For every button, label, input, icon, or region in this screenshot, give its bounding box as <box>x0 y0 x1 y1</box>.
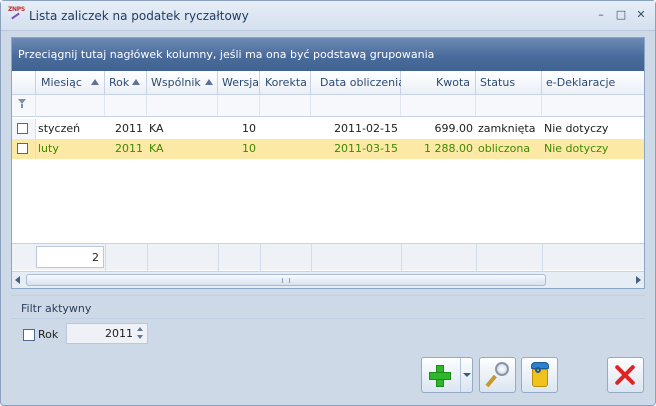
title-bar: ZNPS Lista zaliczek na podatek ryczałtow… <box>1 1 655 31</box>
minimize-button[interactable]: – <box>593 8 609 22</box>
record-count: 2 <box>36 246 104 268</box>
column-label: Wspólnik <box>151 76 201 89</box>
scroll-thumb[interactable] <box>26 274 546 286</box>
window-title: Lista zaliczek na podatek ryczałtowy <box>29 9 249 23</box>
column-label: Status <box>480 76 516 89</box>
active-filter-panel: Filtr aktywny Rok 2011 <box>11 295 645 347</box>
filter-cell[interactable] <box>260 95 311 117</box>
app-icon: ZNPS <box>8 6 25 22</box>
cell-wspolnik: KA <box>149 142 164 155</box>
column-header-wersja[interactable]: Wersja <box>218 71 260 95</box>
rok-checkbox[interactable] <box>23 329 35 341</box>
sort-ascending-icon <box>91 79 99 85</box>
add-dropdown-button[interactable] <box>460 358 472 392</box>
edit-button[interactable] <box>479 357 516 393</box>
column-header-edeklaracje[interactable]: e-Deklaracje <box>542 71 644 95</box>
year-value: 2011 <box>105 327 133 340</box>
cell-data: 2011-02-15 <box>334 122 398 135</box>
close-icon <box>614 364 636 386</box>
close-window-button[interactable]: ✕ <box>633 8 649 22</box>
filter-row-indicator <box>12 95 36 117</box>
sort-ascending-icon <box>205 79 213 85</box>
group-hint: Przeciągnij tutaj nagłówek kolumny, jeśl… <box>18 48 435 61</box>
filter-cell[interactable] <box>476 95 542 117</box>
cell-miesiac: luty <box>38 142 59 155</box>
column-header-miesiac[interactable]: Miesiąc <box>36 71 105 95</box>
column-label: Rok <box>109 76 130 89</box>
cell-kwota: 1 288.00 <box>424 142 473 155</box>
column-header-rok[interactable]: Rok <box>105 71 147 95</box>
data-grid: Przeciągnij tutaj nagłówek kolumny, jeśl… <box>11 37 645 289</box>
column-label: Wersja <box>222 76 260 89</box>
cell-status: obliczona <box>478 142 531 155</box>
filter-cell[interactable] <box>542 95 644 117</box>
chevron-down-icon <box>463 373 471 377</box>
group-by-area[interactable]: Przeciągnij tutaj nagłówek kolumny, jeśl… <box>12 38 644 71</box>
cell-kwota: 699.00 <box>434 122 474 135</box>
record-count-value: 2 <box>92 251 99 264</box>
cell-wersja: 10 <box>242 122 256 135</box>
delete-button[interactable] <box>521 357 558 393</box>
add-icon <box>429 365 451 387</box>
row-checkbox[interactable] <box>17 143 28 154</box>
column-label: Miesiąc <box>41 76 82 89</box>
cell-edeklaracje: Nie dotyczy <box>544 142 609 155</box>
filter-icon <box>18 99 26 109</box>
filter-cell[interactable] <box>36 95 105 117</box>
column-header-status[interactable]: Status <box>476 71 542 95</box>
column-header-wspolnik[interactable]: Wspólnik <box>147 71 218 95</box>
table-row[interactable]: styczeń 2011 KA 10 2011-02-15 699.00 zam… <box>12 119 644 140</box>
spin-down-icon[interactable] <box>137 335 143 339</box>
window: ZNPS Lista zaliczek na podatek ryczałtow… <box>0 0 656 406</box>
filter-cell[interactable] <box>147 95 218 117</box>
cell-rok: 2011 <box>115 142 143 155</box>
app-icon-label: ZNPS <box>8 6 25 13</box>
cell-data: 2011-03-15 <box>334 142 398 155</box>
filter-cell[interactable] <box>311 95 401 117</box>
filter-cell[interactable] <box>105 95 147 117</box>
column-label: Korekta <box>265 76 307 89</box>
year-stepper[interactable]: 2011 <box>66 323 148 344</box>
close-button[interactable] <box>607 357 644 393</box>
column-header-data-obliczenia[interactable]: Data obliczenia <box>311 71 405 95</box>
scroll-right-icon[interactable] <box>636 276 641 284</box>
table-row-selected[interactable]: luty 2011 KA 10 2011-03-15 1 288.00 obli… <box>12 139 644 159</box>
filter-title: Filtr aktywny <box>21 302 92 315</box>
year-spin-buttons[interactable] <box>137 326 145 341</box>
maximize-button[interactable]: □ <box>613 8 629 22</box>
trash-icon <box>530 362 550 388</box>
cell-miesiac: styczeń <box>38 122 81 135</box>
scroll-left-icon[interactable] <box>15 276 20 284</box>
filter-cell[interactable] <box>401 95 476 117</box>
cell-edeklaracje: Nie dotyczy <box>544 122 609 135</box>
column-header-kwota[interactable]: Kwota <box>401 71 476 95</box>
cell-status: zamknięta <box>478 122 536 135</box>
spin-up-icon[interactable] <box>137 327 143 331</box>
row-indicator-header <box>12 71 36 95</box>
column-label: Data obliczenia <box>320 76 405 89</box>
grid-footer: 2 <box>12 243 644 271</box>
sort-ascending-icon <box>132 79 140 85</box>
column-label: Kwota <box>436 76 470 89</box>
magnifier-icon <box>485 362 510 388</box>
cell-wspolnik: KA <box>149 122 164 135</box>
add-button[interactable] <box>421 357 473 393</box>
cell-wersja: 10 <box>242 142 256 155</box>
row-checkbox[interactable] <box>17 123 28 134</box>
cell-rok: 2011 <box>115 122 143 135</box>
rok-label: Rok <box>38 328 59 341</box>
filter-cell[interactable] <box>218 95 260 117</box>
horizontal-scrollbar[interactable] <box>12 271 644 288</box>
column-label: e-Deklaracje <box>546 76 616 89</box>
column-header-korekta[interactable]: Korekta <box>260 71 311 95</box>
